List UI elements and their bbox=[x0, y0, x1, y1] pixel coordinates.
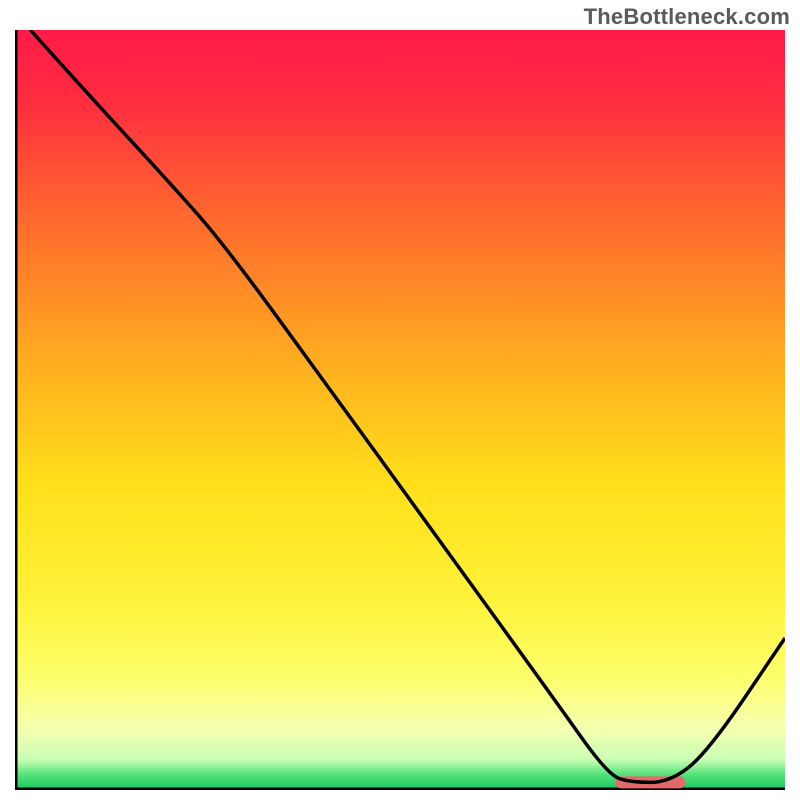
chart-svg bbox=[15, 30, 785, 790]
bottleneck-chart: TheBottleneck.com bbox=[0, 0, 800, 800]
watermark-text: TheBottleneck.com bbox=[584, 4, 790, 30]
gradient-background bbox=[15, 30, 785, 790]
